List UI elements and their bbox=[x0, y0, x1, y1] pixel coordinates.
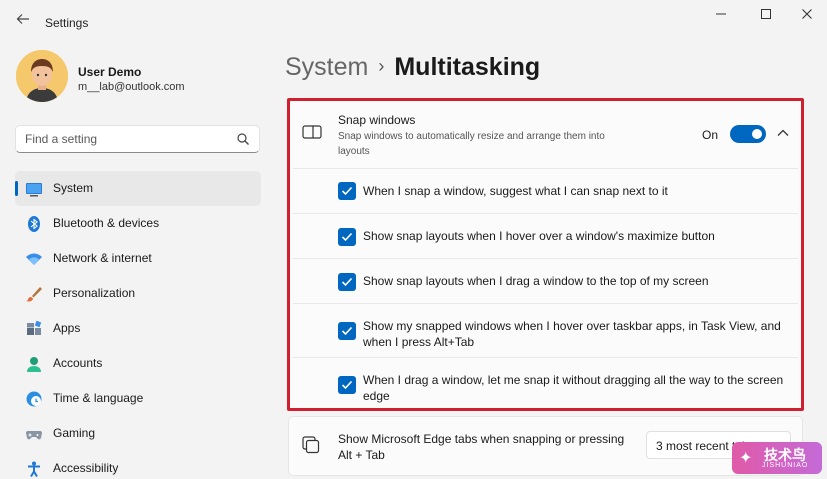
watermark-subtext: JISHUNIAO bbox=[762, 462, 809, 469]
sidebar-item-network[interactable]: Network & internet bbox=[15, 241, 261, 276]
sidebar-item-system[interactable]: System bbox=[15, 171, 261, 206]
sidebar-item-time-language[interactable]: Time & language bbox=[15, 381, 261, 416]
sidebar-item-label: Time & language bbox=[53, 391, 144, 405]
app-title: Settings bbox=[45, 16, 89, 30]
brush-icon bbox=[26, 287, 42, 302]
breadcrumb-separator: › bbox=[378, 56, 385, 76]
sidebar-nav: System Bluetooth & devices Network & int… bbox=[15, 171, 261, 479]
search-input[interactable] bbox=[25, 132, 225, 146]
sidebar-item-gaming[interactable]: Gaming bbox=[15, 416, 261, 451]
title-bar: Settings bbox=[0, 0, 827, 44]
sidebar-item-label: Apps bbox=[53, 321, 81, 335]
globe-clock-icon bbox=[26, 391, 42, 407]
search-icon bbox=[237, 133, 249, 145]
sidebar-item-label: Gaming bbox=[53, 426, 96, 440]
minimize-icon[interactable] bbox=[708, 6, 734, 26]
sidebar-item-apps[interactable]: Apps bbox=[15, 311, 261, 346]
sidebar-item-label: Accessibility bbox=[53, 461, 119, 475]
bird-icon: ✦ bbox=[739, 450, 753, 467]
sidebar-item-accessibility[interactable]: Accessibility bbox=[15, 451, 261, 479]
highlight-box bbox=[287, 98, 804, 411]
search-box[interactable] bbox=[15, 125, 260, 153]
sidebar-item-accounts[interactable]: Accounts bbox=[15, 346, 261, 381]
maximize-icon[interactable] bbox=[753, 6, 779, 26]
accessibility-icon bbox=[28, 461, 40, 478]
breadcrumb: System › Multitasking bbox=[285, 53, 540, 82]
sidebar-item-personalization[interactable]: Personalization bbox=[15, 276, 261, 311]
monitor-icon bbox=[26, 183, 42, 197]
wifi-icon bbox=[26, 253, 42, 265]
breadcrumb-parent[interactable]: System bbox=[285, 53, 368, 81]
close-icon[interactable] bbox=[794, 6, 820, 26]
apps-icon bbox=[27, 320, 42, 335]
sidebar-item-label: Bluetooth & devices bbox=[53, 216, 160, 230]
sidebar-item-label: System bbox=[53, 181, 94, 195]
watermark-logo: ✦ 技术鸟 JISHUNIAO bbox=[732, 442, 822, 474]
edge-tabs-label: Show Microsoft Edge tabs when snapping o… bbox=[338, 432, 625, 462]
avatar[interactable] bbox=[16, 50, 68, 102]
bluetooth-icon bbox=[28, 216, 40, 232]
sidebar-item-label: Personalization bbox=[53, 286, 136, 300]
user-name: User Demo bbox=[78, 65, 142, 79]
person-icon bbox=[27, 357, 41, 372]
stacked-windows-icon bbox=[302, 436, 320, 454]
page-title: Multitasking bbox=[394, 53, 541, 81]
user-email: m__lab@outlook.com bbox=[78, 81, 185, 93]
sidebar-item-label: Accounts bbox=[53, 356, 103, 370]
arrow-left-icon[interactable] bbox=[14, 12, 32, 30]
active-indicator bbox=[15, 181, 18, 196]
sidebar-item-label: Network & internet bbox=[53, 251, 152, 265]
sidebar-item-bluetooth[interactable]: Bluetooth & devices bbox=[15, 206, 261, 241]
gamepad-icon bbox=[26, 431, 42, 440]
